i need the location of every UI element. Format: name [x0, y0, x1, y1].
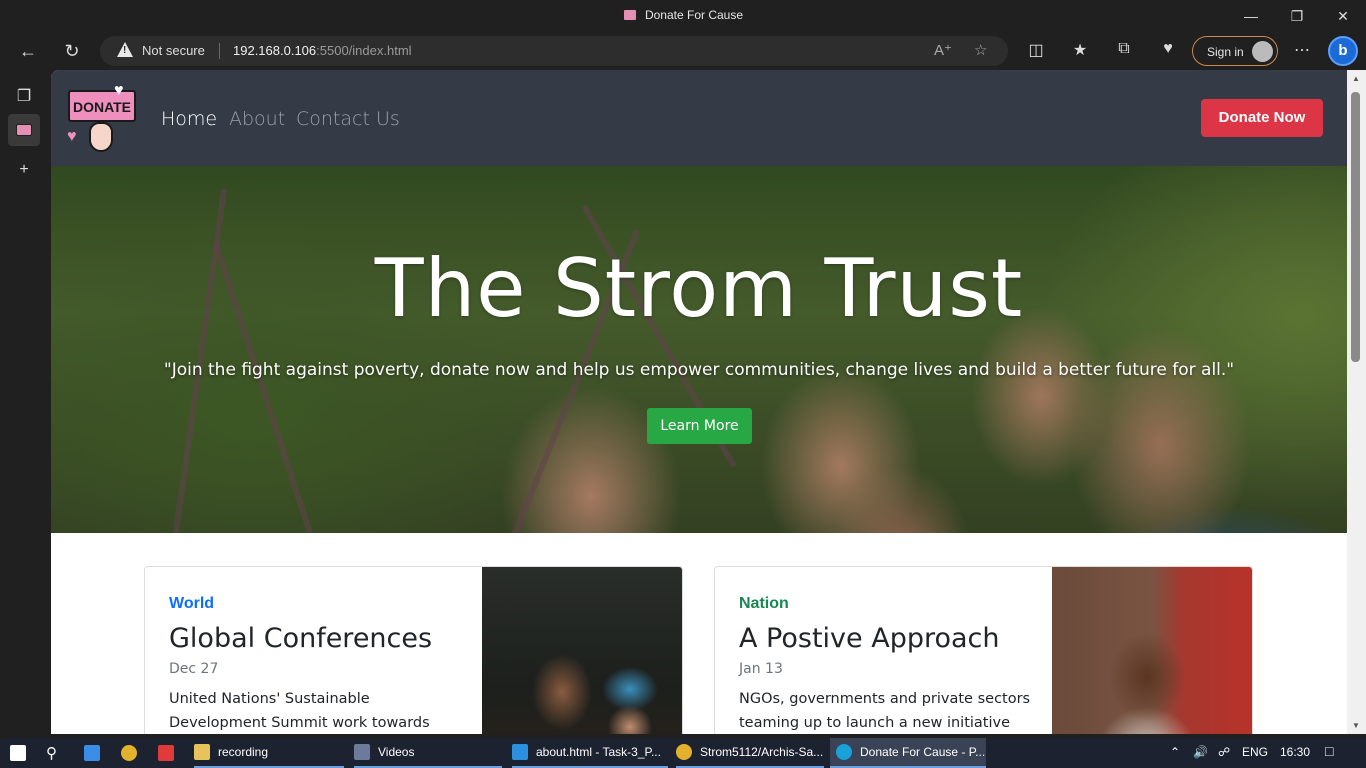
- nav-home[interactable]: Home: [161, 108, 217, 130]
- vscode-icon: [512, 744, 528, 760]
- taskbar-item-vscode[interactable]: about.html - Task-3_P...: [512, 738, 668, 768]
- browser-toolbar: ← ↻ Not secure 192.168.0.106:5500/index.…: [0, 32, 1366, 70]
- restore-button[interactable]: ❐: [1274, 0, 1320, 32]
- address-divider: [219, 43, 220, 59]
- donate-now-button[interactable]: Donate Now: [1201, 99, 1323, 137]
- favorite-star-icon[interactable]: ☆: [974, 41, 987, 59]
- security-label[interactable]: Not secure: [142, 43, 205, 58]
- learn-more-button[interactable]: Learn More: [647, 408, 752, 444]
- site-navbar: DONATE ♥ ♥ Home About Contact Us Donate …: [51, 70, 1347, 166]
- more-options-icon[interactable]: ⋯: [1290, 40, 1314, 60]
- card-image: [482, 567, 682, 734]
- hero-overlay: [51, 166, 1347, 533]
- card-date: Dec 27: [169, 661, 219, 677]
- card-text: NGOs, governments and private sectors te…: [739, 691, 1031, 731]
- window-title-bar: Donate For Cause — ❐ ✕: [0, 0, 1366, 32]
- nav-about[interactable]: About: [229, 108, 285, 130]
- site-favicon-icon: [622, 9, 637, 21]
- windows-taskbar: ⚲ recording Videos about.html - Task-3_P…: [0, 738, 1366, 768]
- card-category: World: [169, 595, 215, 612]
- notifications-icon[interactable]: □: [1325, 743, 1333, 759]
- browser-essentials-icon[interactable]: ♥: [1156, 40, 1180, 58]
- clock[interactable]: 16:30: [1280, 745, 1310, 759]
- taskbar-item-recording[interactable]: recording: [194, 738, 344, 768]
- back-icon[interactable]: ←: [12, 36, 44, 66]
- collections-icon[interactable]: ⧉: [1112, 40, 1136, 58]
- edge-icon: [836, 744, 852, 760]
- start-icon[interactable]: [10, 738, 34, 768]
- page-viewport: DONATE ♥ ♥ Home About Contact Us Donate …: [51, 70, 1347, 734]
- taskbar-item-videos[interactable]: Videos: [354, 738, 502, 768]
- card-category: Nation: [739, 595, 789, 612]
- language-indicator[interactable]: ENG: [1242, 745, 1268, 759]
- heart-icon: ♥: [114, 82, 124, 99]
- minimize-button[interactable]: —: [1228, 0, 1274, 32]
- tray-chevron-icon[interactable]: ⌃: [1170, 745, 1180, 759]
- hero-banner: The Strom Trust "Join the fight against …: [51, 166, 1347, 533]
- tab-donate-for-cause[interactable]: [8, 114, 40, 146]
- folder-icon: [194, 744, 210, 760]
- page-scrollbar[interactable]: ▲ ▼: [1347, 70, 1366, 734]
- card-image: [1052, 567, 1252, 734]
- card-text: United Nations' Sustainable Development …: [169, 691, 430, 731]
- site-favicon-icon: [16, 124, 32, 136]
- card-date: Jan 13: [739, 661, 783, 677]
- recorder-app-icon[interactable]: [158, 738, 182, 768]
- news-card[interactable]: Nation A Postive Approach Jan 13 NGOs, g…: [714, 566, 1253, 734]
- scroll-up-icon[interactable]: ▲: [1352, 74, 1360, 83]
- hero-quote: "Join the fight against poverty, donate …: [163, 360, 1235, 380]
- volume-icon[interactable]: 🔊: [1193, 745, 1208, 759]
- card-title: A Postive Approach: [739, 623, 1000, 654]
- pointing-hand-icon: [89, 122, 113, 152]
- sign-in-button[interactable]: Sign in: [1192, 36, 1278, 66]
- read-aloud-icon[interactable]: A⁺: [934, 41, 952, 59]
- split-screen-icon[interactable]: ◫: [1024, 40, 1048, 60]
- donate-logo[interactable]: DONATE ♥ ♥: [67, 82, 139, 154]
- avatar: [1252, 41, 1273, 62]
- favorites-icon[interactable]: ★: [1068, 40, 1092, 60]
- scrollbar-thumb[interactable]: [1351, 92, 1360, 362]
- network-icon[interactable]: ☍: [1218, 745, 1230, 759]
- news-card[interactable]: World Global Conferences Dec 27 United N…: [144, 566, 683, 734]
- nav-contact-us[interactable]: Contact Us: [296, 108, 400, 130]
- close-window-button[interactable]: ✕: [1320, 0, 1366, 32]
- search-icon[interactable]: ⚲: [46, 738, 57, 768]
- vertical-tabs-panel: ❐ +: [0, 70, 50, 738]
- scroll-down-icon[interactable]: ▼: [1352, 721, 1360, 730]
- chrome-icon: [676, 744, 692, 760]
- chrome-icon[interactable]: [121, 738, 145, 768]
- bing-chat-icon[interactable]: b: [1328, 36, 1358, 66]
- desktop-app-icon[interactable]: [84, 738, 108, 768]
- taskbar-item-chrome[interactable]: Strom5112/Archis-Sa...: [676, 738, 824, 768]
- card-title: Global Conferences: [169, 623, 433, 654]
- window-title: Donate For Cause: [0, 8, 1366, 22]
- refresh-icon[interactable]: ↻: [56, 36, 88, 66]
- video-app-icon: [354, 744, 370, 760]
- logo-board: DONATE: [68, 90, 136, 122]
- heart-icon: ♥: [67, 128, 77, 145]
- taskbar-item-edge[interactable]: Donate For Cause - P...: [830, 738, 986, 768]
- tab-actions-icon[interactable]: ❐: [8, 80, 40, 112]
- address-bar[interactable]: Not secure 192.168.0.106:5500/index.html…: [100, 36, 1008, 66]
- warning-icon[interactable]: [117, 42, 133, 57]
- hero-title: The Strom Trust: [374, 242, 1024, 335]
- url-text[interactable]: 192.168.0.106:5500/index.html: [233, 43, 412, 58]
- new-tab-icon[interactable]: +: [8, 154, 40, 186]
